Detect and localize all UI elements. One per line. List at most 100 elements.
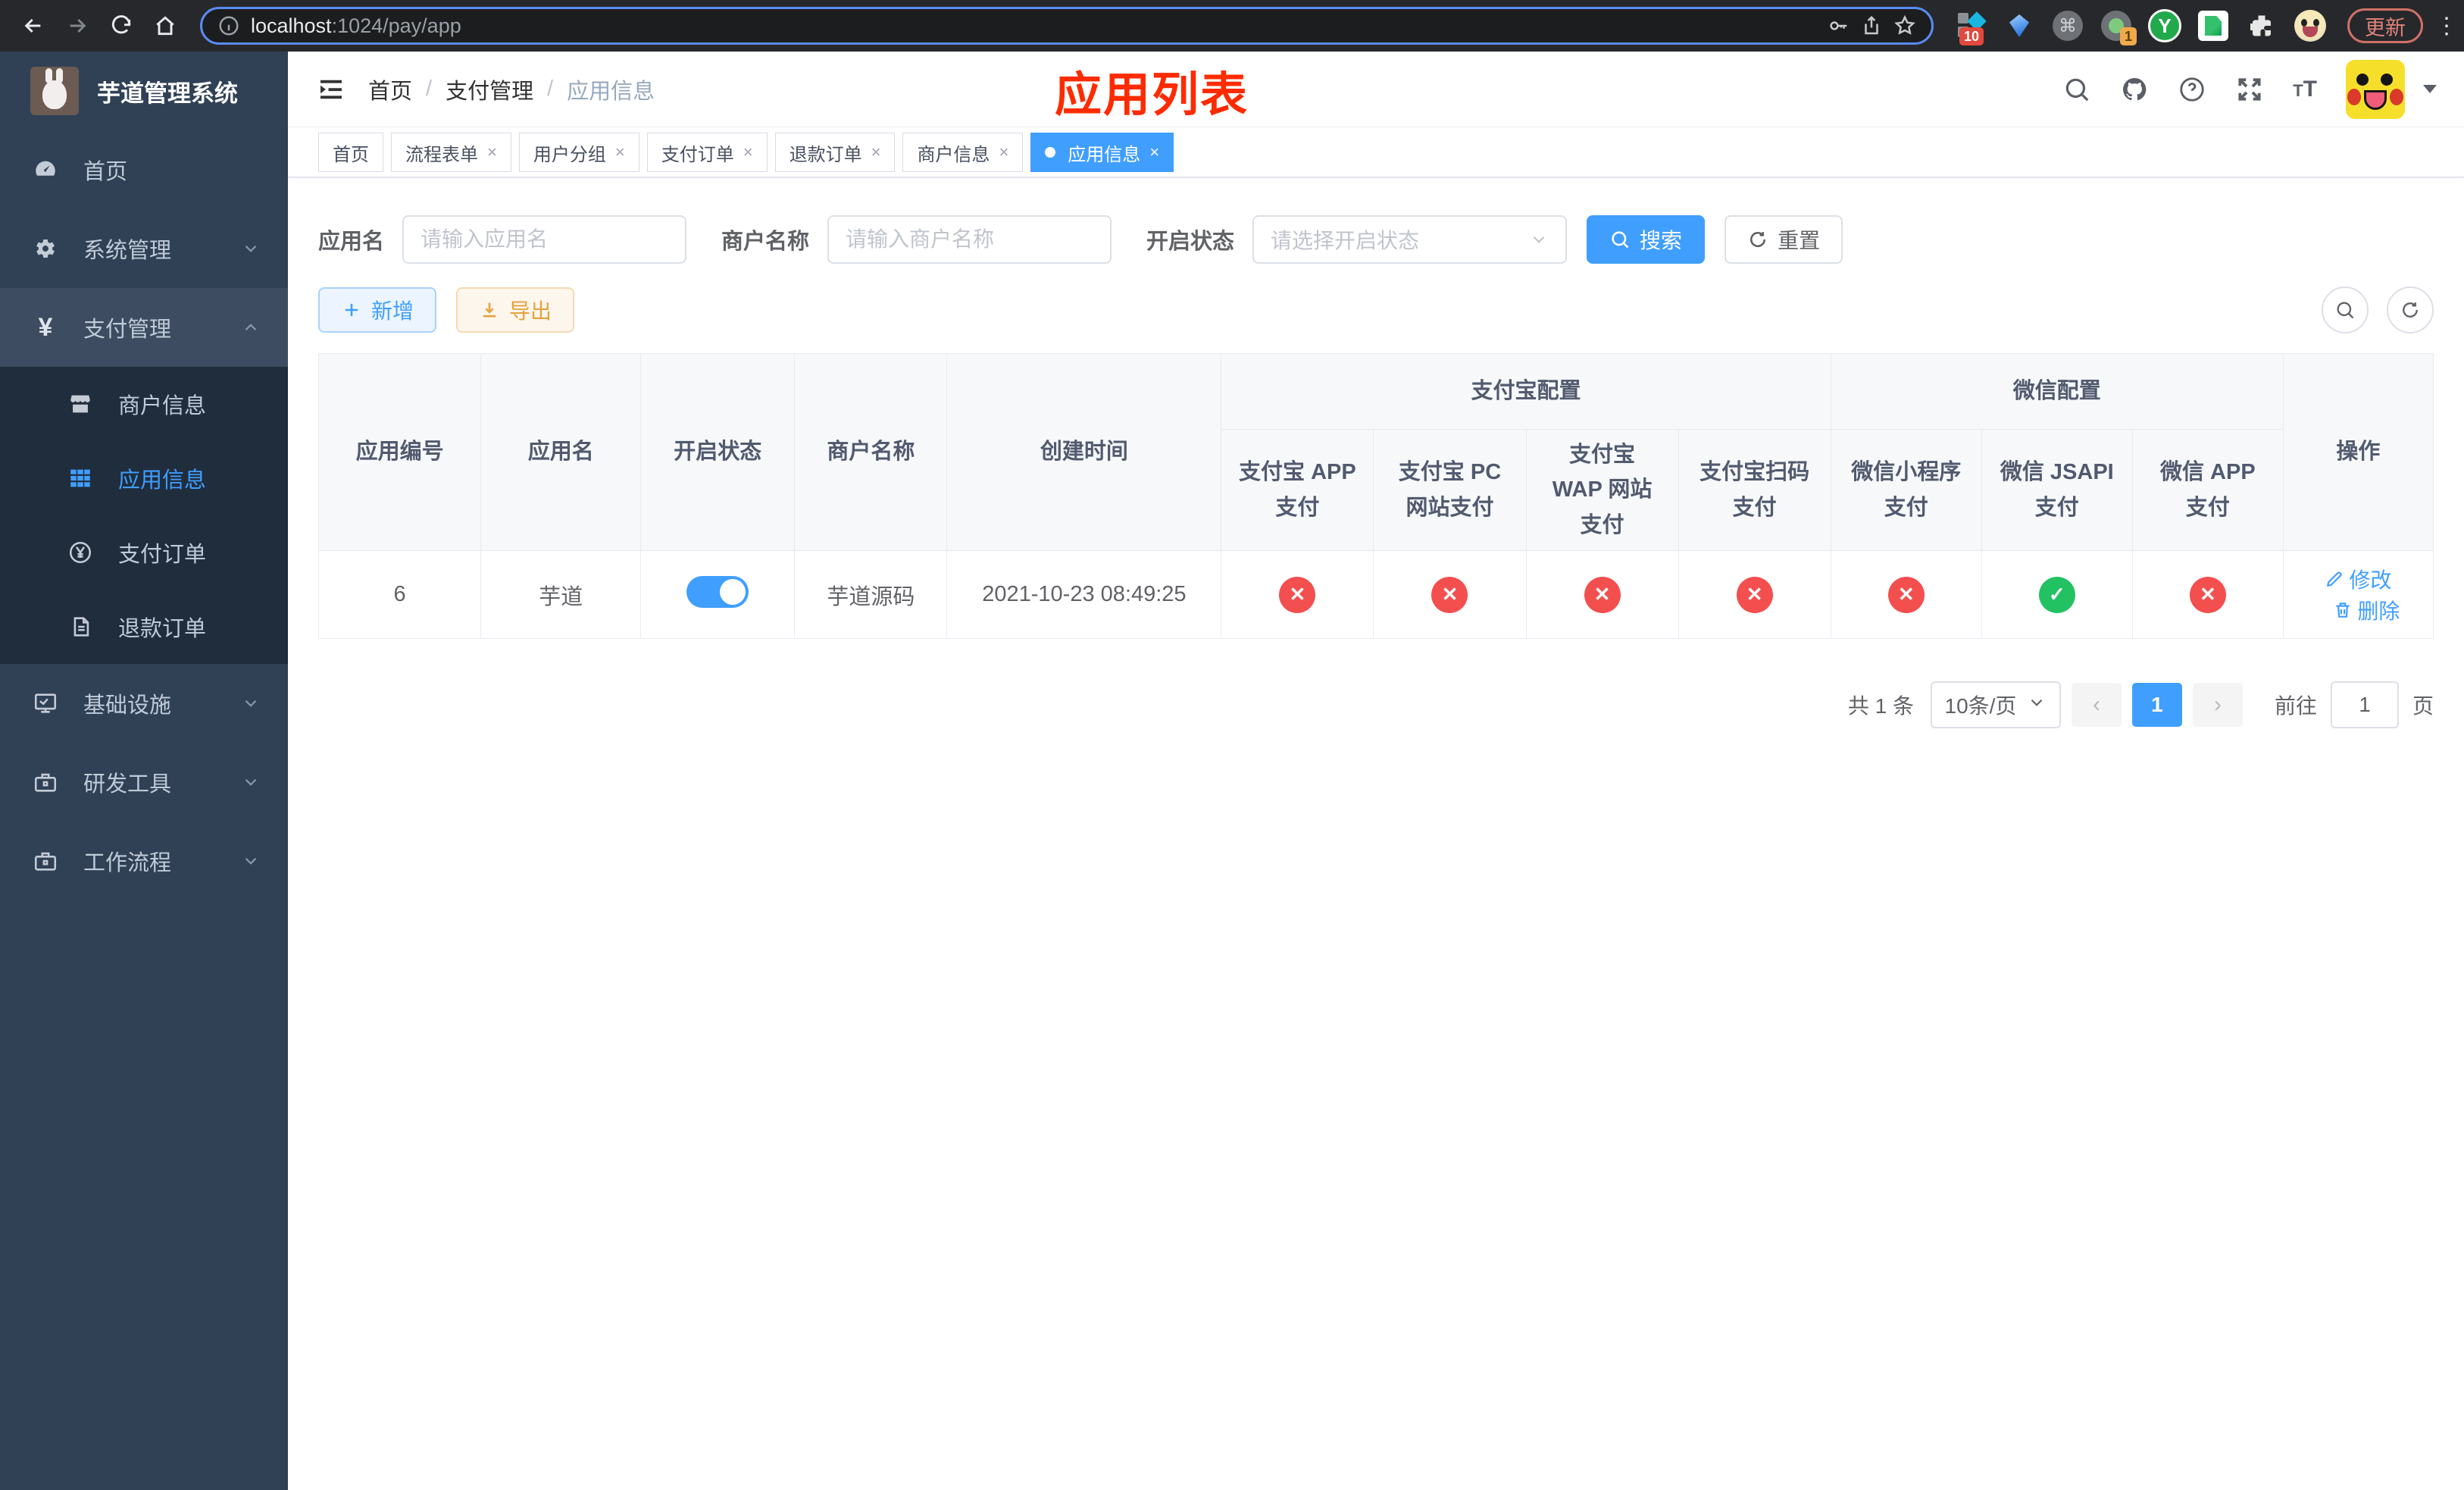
cell-actions: 修改 删除 — [2282, 550, 2434, 640]
col-group-wechat: 微信配置 — [1830, 353, 2284, 430]
extension-docs-icon[interactable] — [2191, 5, 2235, 47]
col-wechat-app: 微信 APP 支付 — [2131, 428, 2284, 552]
app-logo[interactable]: 芋道管理系统 — [0, 52, 288, 130]
navbar-actions: TT — [2062, 59, 2437, 119]
tag-merchant-info[interactable]: 商户信息 × — [902, 133, 1024, 172]
browser-home-button[interactable] — [145, 6, 185, 45]
extension-emoji-icon[interactable] — [2288, 5, 2332, 47]
toggle-search-button[interactable] — [2322, 286, 2369, 333]
refresh-button[interactable] — [2387, 286, 2434, 333]
collapse-sidebar-icon[interactable] — [315, 74, 347, 105]
table-toolbar: 新增 导出 — [318, 286, 2434, 333]
page-size-select[interactable]: 10条/页 — [1930, 681, 2061, 729]
tags-view-bar: 首页 流程表单 × 用户分组 × 支付订单 × 退款订单 × 商户信息 × 应用信息 × — [288, 127, 2464, 177]
col-group-alipay: 支付宝配置 — [1221, 353, 1831, 430]
extensions-puzzle-icon[interactable] — [2240, 5, 2284, 47]
app-title: 芋道管理系统 — [97, 80, 238, 107]
status-select[interactable]: 请选择开启状态 — [1252, 215, 1568, 264]
tag-app-info[interactable]: 应用信息 × — [1030, 133, 1174, 172]
site-info-icon[interactable] — [217, 14, 240, 37]
close-icon[interactable]: × — [743, 142, 753, 162]
tag-refund-orders[interactable]: 退款订单 × — [774, 133, 896, 172]
browser-menu-icon[interactable]: ⋮ — [2435, 13, 2458, 39]
cell-create-time: 2021-10-23 08:49:25 — [946, 550, 1222, 640]
col-wechat-jsapi: 微信 JSAPI 支付 — [1981, 428, 2133, 552]
col-app-name: 应用名 — [480, 352, 642, 552]
chevron-down-icon — [241, 851, 261, 871]
breadcrumb-payment[interactable]: 支付管理 — [446, 74, 533, 105]
page-number-1[interactable]: 1 — [2131, 683, 2182, 728]
add-button[interactable]: 新增 — [318, 287, 437, 333]
export-button[interactable]: 导出 — [456, 287, 575, 333]
table-row: 6 芋道 芋道源码 2021-10-23 08:49:25 ✕ ✕ ✕ ✕ ✕ … — [317, 550, 2434, 640]
col-alipay-qr: 支付宝扫码支付 — [1678, 428, 1831, 552]
wechat-app-status-icon: ✕ — [2189, 576, 2226, 613]
bookmark-star-icon[interactable] — [1893, 14, 1916, 37]
reset-button[interactable]: 重置 — [1724, 215, 1843, 264]
close-icon[interactable]: × — [999, 142, 1008, 162]
sidebar-item-dev-tools[interactable]: 研发工具 — [0, 743, 288, 822]
close-icon[interactable]: × — [1149, 142, 1159, 162]
close-icon[interactable]: × — [487, 142, 497, 162]
alipay-wap-status-icon: ✕ — [1584, 576, 1621, 613]
app-name-input[interactable] — [402, 215, 687, 264]
extension-gem-icon[interactable] — [1997, 5, 2041, 47]
github-icon[interactable] — [2120, 75, 2149, 104]
status-toggle[interactable] — [686, 575, 749, 608]
address-bar[interactable]: localhost:1024/pay/app — [200, 7, 1934, 45]
payment-submenu: 商户信息 应用信息 支付订单 退款订单 — [0, 367, 288, 664]
sidebar-item-home[interactable]: 首页 — [0, 130, 288, 209]
sidebar-item-workflow[interactable]: 工作流程 — [0, 822, 288, 900]
sidebar: 芋道管理系统 首页 系统管理 ¥ 支付管理 商户信息 应用信息 支付订单 退款订… — [0, 52, 288, 1490]
tag-process-form[interactable]: 流程表单 × — [391, 133, 511, 172]
dashboard-icon — [32, 157, 59, 183]
close-icon[interactable]: × — [871, 142, 881, 162]
fullscreen-icon[interactable] — [2235, 75, 2264, 104]
share-icon[interactable] — [1860, 14, 1883, 37]
sidebar-item-system[interactable]: 系统管理 — [0, 209, 288, 288]
close-icon[interactable]: × — [615, 142, 625, 162]
extension-y-icon[interactable]: Y — [2143, 5, 2187, 47]
font-size-icon[interactable]: TT — [2293, 77, 2317, 102]
merchant-name-input[interactable] — [827, 215, 1112, 264]
browser-reload-button[interactable] — [102, 6, 141, 45]
goto-page-input[interactable] — [2330, 681, 2399, 729]
app-name-label: 应用名 — [318, 230, 385, 254]
sidebar-item-refund-orders[interactable]: 退款订单 — [0, 590, 288, 664]
help-icon[interactable] — [2178, 75, 2206, 104]
avatar[interactable] — [2346, 59, 2405, 119]
chevron-down-icon — [241, 239, 261, 258]
browser-update-button[interactable]: 更新 — [2347, 8, 2423, 43]
extension-command-icon[interactable]: ⌘ — [2046, 5, 2090, 47]
extension-recorder-icon[interactable]: 1 — [2094, 5, 2138, 47]
col-alipay-wap: 支付宝 WAP 网站支付 — [1525, 428, 1679, 552]
wechat-jsapi-status-icon: ✓ — [2038, 576, 2075, 613]
edit-link[interactable]: 修改 — [2325, 564, 2391, 594]
pagination: 共 1 条 10条/页 ‹ 1 › 前往 页 — [318, 681, 2434, 729]
browser-forward-button[interactable] — [58, 6, 97, 45]
password-key-icon[interactable] — [1827, 14, 1850, 37]
avatar-caret-icon[interactable] — [2423, 85, 2437, 93]
cell-status — [640, 550, 796, 640]
browser-back-button[interactable] — [14, 6, 53, 45]
page-unit-label: 页 — [2412, 694, 2434, 718]
sidebar-item-payment[interactable]: ¥ 支付管理 — [0, 288, 288, 367]
sidebar-item-merchant-info[interactable]: 商户信息 — [0, 367, 288, 441]
sidebar-item-app-info[interactable]: 应用信息 — [0, 441, 288, 515]
search-icon[interactable] — [2062, 75, 2091, 104]
sidebar-item-pay-orders[interactable]: 支付订单 — [0, 515, 288, 590]
prev-page-button[interactable]: ‹ — [2071, 683, 2122, 728]
breadcrumb-home[interactable]: 首页 — [368, 74, 412, 105]
tag-home[interactable]: 首页 — [318, 133, 383, 172]
cell-merchant: 芋道源码 — [794, 550, 948, 640]
search-button[interactable]: 搜索 — [1587, 215, 1706, 264]
extension-tag-manager-icon[interactable]: 10 — [1949, 5, 1993, 47]
delete-link[interactable]: 删除 — [2333, 595, 2400, 625]
sidebar-item-infrastructure[interactable]: 基础设施 — [0, 664, 288, 743]
chevron-down-icon — [241, 772, 261, 792]
tag-pay-orders[interactable]: 支付订单 × — [646, 133, 768, 172]
tag-user-group[interactable]: 用户分组 × — [518, 133, 639, 172]
extension-badge-count: 10 — [1959, 27, 1984, 45]
next-page-button[interactable]: › — [2192, 683, 2243, 728]
page-content: 应用名 商户名称 开启状态 请选择开启状态 搜索 重置 — [288, 177, 2464, 1490]
